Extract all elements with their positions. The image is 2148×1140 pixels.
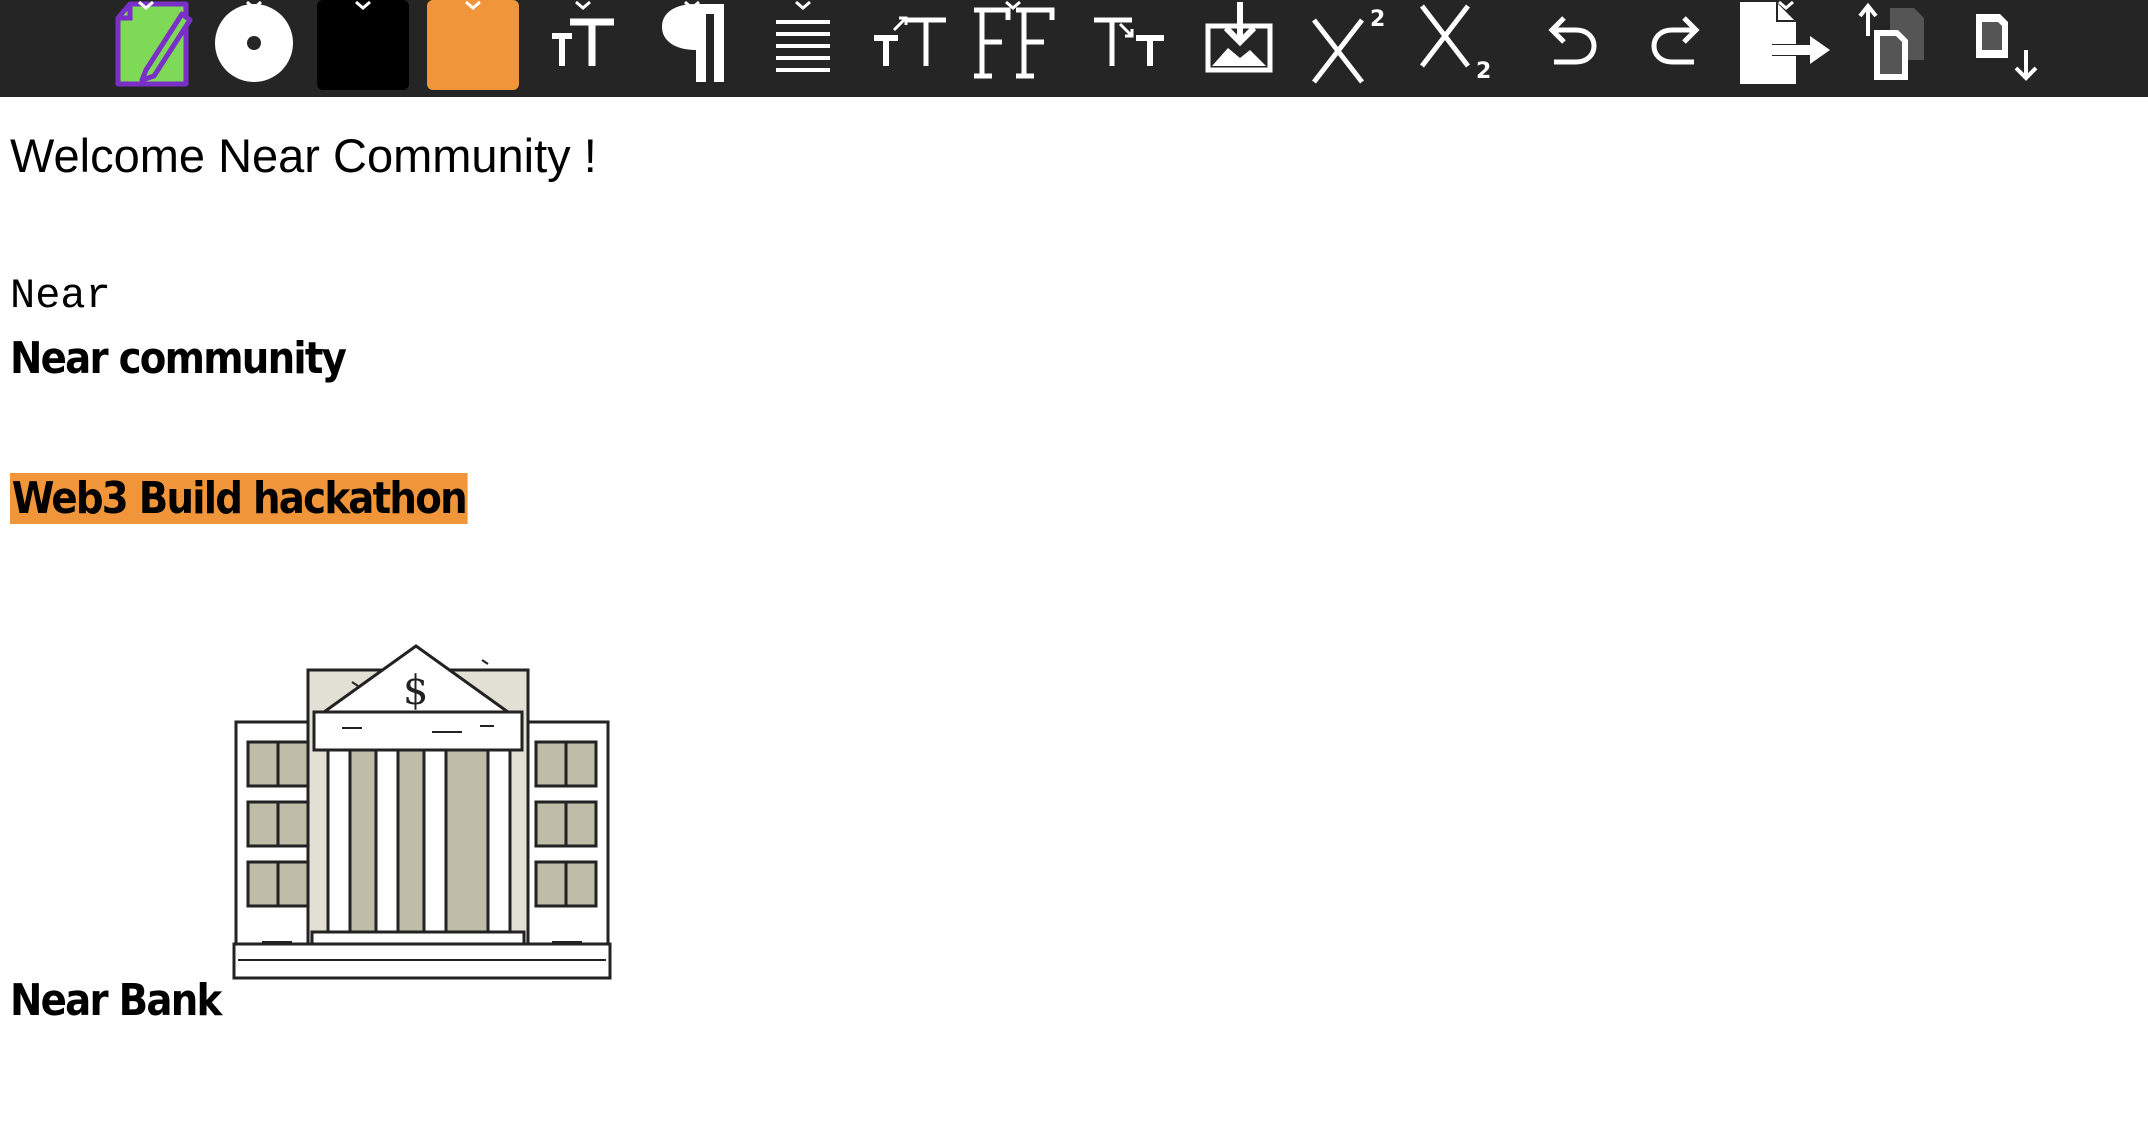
increase-font-button[interactable]	[872, 0, 948, 97]
toolbar: 2 2	[0, 0, 2148, 97]
download-button[interactable]	[1970, 0, 2040, 97]
paragraph-icon	[662, 4, 724, 82]
subscript-button[interactable]: 2	[1418, 0, 1498, 97]
superscript-icon: 2	[1312, 7, 1385, 84]
highlighted-hackathon-text: Web3 Build hackathon	[10, 473, 468, 524]
edit-document-icon	[115, 1, 193, 87]
font-family-icon	[974, 7, 1055, 79]
edit-document-button[interactable]	[112, 0, 193, 97]
paragraph-button[interactable]	[656, 0, 728, 97]
disc-icon	[215, 4, 293, 82]
align-icon	[776, 20, 830, 72]
near-bank-caption: Near Bank	[10, 975, 222, 1026]
decrease-font-icon	[1094, 17, 1164, 66]
document-editor[interactable]: Welcome Near Community ! Near Near commu…	[0, 97, 2148, 1140]
svg-text:2: 2	[1370, 7, 1385, 32]
download-icon	[1976, 14, 2038, 81]
undo-icon	[1548, 16, 1597, 65]
redo-button[interactable]	[1648, 0, 1708, 97]
copy-upload-button[interactable]	[1858, 0, 1930, 97]
export-button[interactable]	[1738, 0, 1838, 97]
font-family-button[interactable]	[970, 0, 1056, 97]
svg-text:2: 2	[1476, 59, 1491, 84]
increase-font-icon	[874, 16, 946, 66]
subscript-icon: 2	[1420, 4, 1491, 84]
decrease-font-button[interactable]	[1092, 0, 1168, 97]
undo-button[interactable]	[1540, 0, 1600, 97]
text-size-icon	[552, 18, 614, 66]
near-community-text: Near community	[10, 333, 347, 384]
near-mono-text: Near	[10, 272, 111, 320]
superscript-button[interactable]: 2	[1310, 0, 1390, 97]
insert-image-button[interactable]	[1204, 0, 1276, 97]
align-button[interactable]	[774, 0, 834, 97]
welcome-text: Welcome Near Community !	[10, 129, 597, 182]
bank-building-image: $	[232, 644, 612, 980]
highlight-color-button[interactable]	[427, 0, 520, 97]
insert-image-icon	[1205, 2, 1273, 73]
redo-icon	[1651, 16, 1700, 65]
text-size-button[interactable]	[548, 0, 618, 97]
export-icon	[1740, 2, 1830, 84]
svg-text:$: $	[403, 668, 428, 714]
disc-button[interactable]	[214, 0, 294, 97]
text-color-swatch	[317, 0, 409, 90]
text-color-button[interactable]	[317, 0, 410, 97]
highlight-color-swatch	[427, 0, 519, 90]
copy-upload-icon	[1858, 2, 1924, 80]
